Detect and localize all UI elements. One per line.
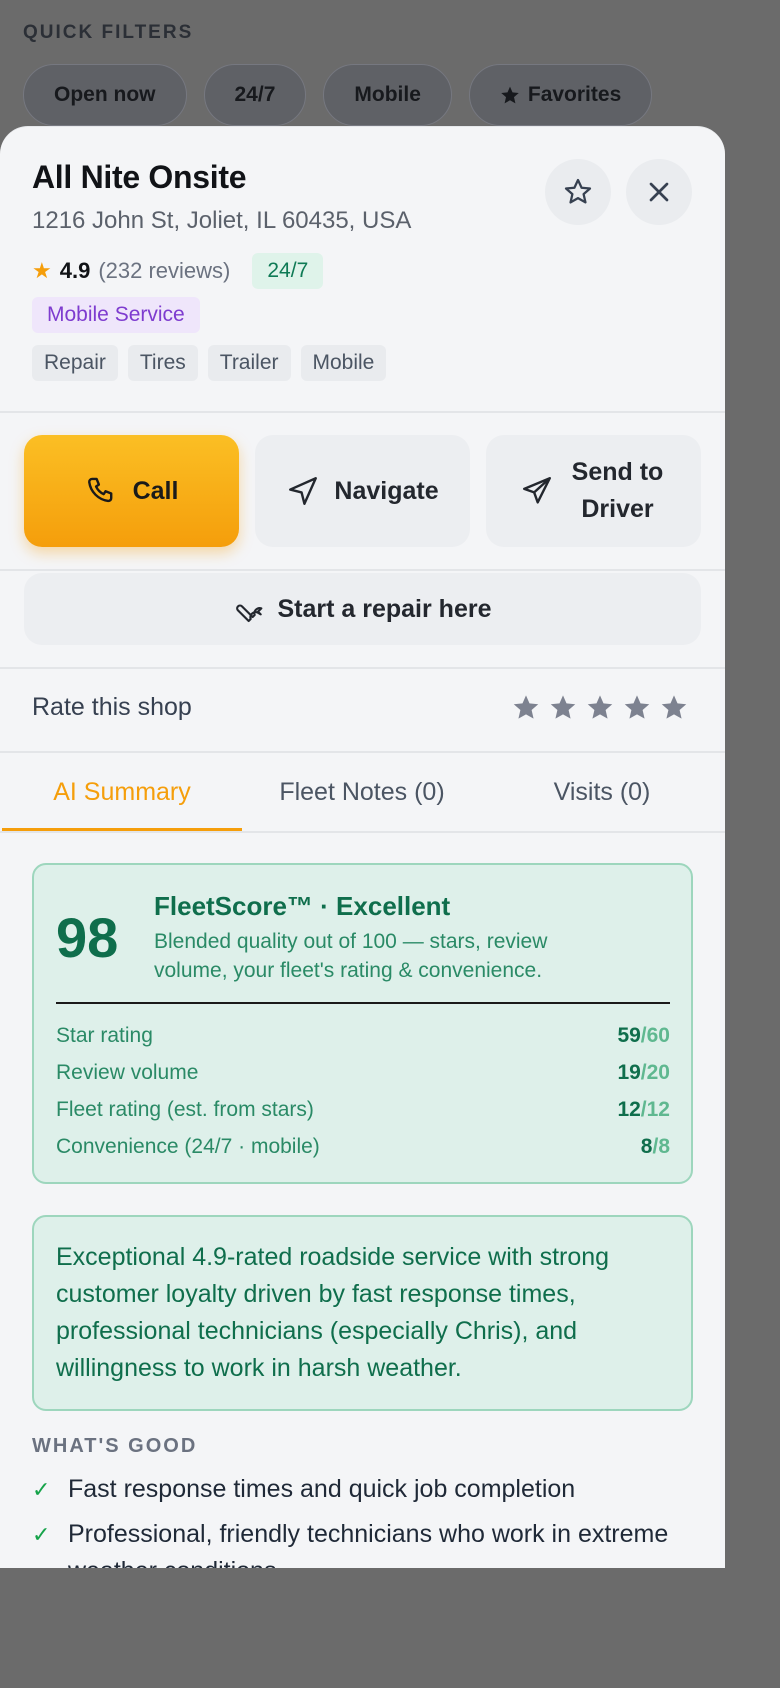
call-button[interactable]: Call xyxy=(24,435,239,547)
row-score: 59 xyxy=(617,1023,641,1047)
rate-star-4[interactable] xyxy=(623,693,651,721)
check-icon: ✓ xyxy=(32,1522,51,1547)
tab-fleet-notes[interactable]: Fleet Notes (0) xyxy=(242,753,482,831)
hours-badge: 24/7 xyxy=(252,253,324,289)
filter-24-7[interactable]: 24/7 xyxy=(203,64,307,126)
quick-filters-title: QUICK FILTERS xyxy=(23,22,194,43)
send-icon xyxy=(522,477,551,504)
quick-filters-row: Open now 24/7 Mobile Favorites xyxy=(23,64,653,126)
divider xyxy=(0,667,725,669)
send-label-line1: Send to xyxy=(571,458,664,486)
row-score: 19 xyxy=(617,1060,641,1084)
detail-tabs: AI Summary Fleet Notes (0) Visits (0) xyxy=(0,753,725,833)
list-item: ✓ Professional, friendly technicians who… xyxy=(32,1516,692,1568)
row-score: 8 xyxy=(640,1134,653,1158)
fleetscore-row-label: Star rating xyxy=(56,1023,153,1047)
rate-star-5[interactable] xyxy=(660,693,688,721)
divider xyxy=(0,831,725,833)
service-tags: Repair Tires Trailer Mobile xyxy=(32,345,387,381)
fleetscore-row: Convenience (24/7 · mobile) 8/8 xyxy=(56,1128,670,1165)
close-icon xyxy=(649,182,669,202)
start-repair-label: Start a repair here xyxy=(277,594,492,623)
shop-name: All Nite Onsite xyxy=(32,159,247,195)
send-to-driver-button[interactable]: Send to Driver xyxy=(486,435,701,547)
tag-tires: Tires xyxy=(127,345,198,381)
row-score: 12 xyxy=(617,1097,641,1121)
shop-address: 1216 John St, Joliet, IL 60435, USA xyxy=(32,207,412,234)
fleetscore-row: Fleet rating (est. from stars) 12/12 xyxy=(56,1091,670,1128)
list-item: ✓ Fast response times and quick job comp… xyxy=(32,1471,692,1508)
tab-visits[interactable]: Visits (0) xyxy=(482,753,722,831)
row-max: /12 xyxy=(640,1097,670,1121)
navigation-arrow-icon xyxy=(289,477,318,505)
fleetscore-title: FleetScore™ · Excellent xyxy=(154,891,451,921)
fleetscore-divider xyxy=(56,1002,670,1004)
rate-star-3[interactable] xyxy=(586,693,614,721)
send-label-line2: Driver xyxy=(581,495,654,523)
filter-mobile[interactable]: Mobile xyxy=(323,64,452,126)
shop-detail-sheet: All Nite Onsite 1216 John St, Joliet, IL… xyxy=(0,126,725,1568)
rating-score: 4.9 xyxy=(59,258,91,283)
navigate-label: Navigate xyxy=(334,476,439,505)
rate-star-2[interactable] xyxy=(549,693,577,721)
fleetscore-row: Star rating 59/60 xyxy=(56,1017,670,1054)
wrench-icon xyxy=(235,604,262,623)
fleetscore-row-label: Fleet rating (est. from stars) xyxy=(56,1097,314,1121)
favorite-button[interactable] xyxy=(545,159,611,225)
rate-stars xyxy=(512,693,688,721)
tag-trailer: Trailer xyxy=(207,345,291,381)
quick-filters-section: QUICK FILTERS Open now 24/7 Mobile Favor… xyxy=(0,0,725,140)
rating-row: ★ 4.9 (232 reviews) 24/7 xyxy=(32,253,324,289)
tab-ai-summary[interactable]: AI Summary xyxy=(2,753,242,831)
fleetscore-value: 98 xyxy=(56,906,119,969)
fleetscore-description: Blended quality out of 100 — stars, revi… xyxy=(154,930,548,982)
row-max: /20 xyxy=(640,1060,670,1084)
start-repair-button[interactable]: Start a repair here xyxy=(24,573,701,645)
star-icon xyxy=(501,86,519,104)
close-button[interactable] xyxy=(626,159,692,225)
fleetscore-row-value: 12/12 xyxy=(617,1098,670,1122)
whats-good-list: ✓ Fast response times and quick job comp… xyxy=(32,1471,692,1568)
fleetscore-breakdown: Star rating 59/60 Review volume 19/20 Fl… xyxy=(56,1017,670,1165)
fleetscore-row-label: Convenience (24/7 · mobile) xyxy=(56,1134,320,1158)
list-item-text: Professional, friendly technicians who w… xyxy=(68,1520,669,1568)
mobile-service-badge: Mobile Service xyxy=(32,297,200,333)
row-max: /8 xyxy=(652,1134,670,1158)
fleetscore-card: 98 FleetScore™ · Excellent Blended quali… xyxy=(32,863,693,1184)
list-item-text: Fast response times and quick job comple… xyxy=(68,1475,576,1503)
row-max: /60 xyxy=(640,1023,670,1047)
rating-star-icon: ★ xyxy=(32,258,52,283)
filter-favorites[interactable]: Favorites xyxy=(468,64,653,126)
star-outline-icon xyxy=(564,178,592,204)
phone-icon xyxy=(87,477,112,503)
divider xyxy=(0,569,725,571)
fleetscore-row-value: 59/60 xyxy=(617,1024,670,1048)
filter-favorites-label: Favorites xyxy=(527,83,622,106)
fleetscore-row-label: Review volume xyxy=(56,1060,199,1084)
divider xyxy=(0,411,725,413)
check-icon: ✓ xyxy=(32,1477,51,1502)
navigate-button[interactable]: Navigate xyxy=(255,435,470,547)
ai-summary-text: Exceptional 4.9-rated roadside service w… xyxy=(32,1215,693,1411)
fleetscore-row-value: 19/20 xyxy=(617,1061,670,1085)
review-count: (232 reviews) xyxy=(98,258,231,283)
call-label: Call xyxy=(132,476,179,505)
fleetscore-row: Review volume 19/20 xyxy=(56,1054,670,1091)
tag-repair: Repair xyxy=(32,345,118,381)
tag-mobile: Mobile xyxy=(300,345,387,381)
action-buttons: Call Navigate Send to Driver xyxy=(24,435,701,547)
filter-open-now[interactable]: Open now xyxy=(23,64,187,126)
send-to-driver-label: Send to Driver xyxy=(568,454,668,528)
rate-star-1[interactable] xyxy=(512,693,540,721)
whats-good-title: WHAT'S GOOD xyxy=(32,1435,198,1457)
rate-shop-label: Rate this shop xyxy=(32,693,192,721)
fleetscore-row-value: 8/8 xyxy=(641,1135,670,1159)
